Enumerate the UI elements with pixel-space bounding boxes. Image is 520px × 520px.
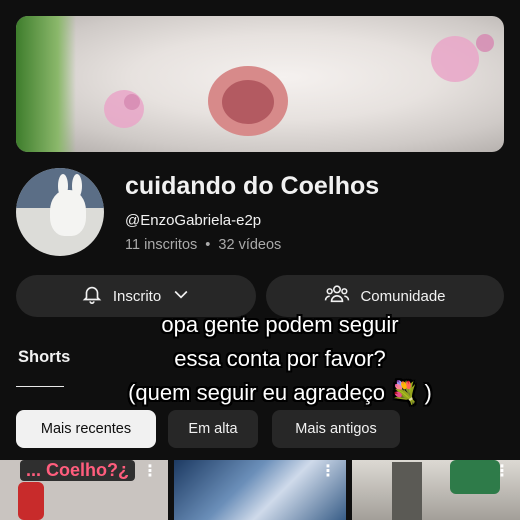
video-count: 32 vídeos [218, 237, 282, 253]
subscriber-count: 11 inscritos [125, 237, 198, 253]
thumbnail-caption: ... Coelho?¿ [20, 460, 135, 481]
channel-name: cuidando do Coelhos [125, 172, 380, 200]
chevron-down-icon [171, 284, 191, 309]
paw-print-decoration [104, 90, 144, 128]
short-thumbnail[interactable]: ⋮ [352, 460, 520, 520]
short-thumbnail[interactable]: ... Coelho?¿ ⋮ [0, 460, 168, 520]
thumbnail-object [392, 462, 422, 520]
thumbnail-object [18, 482, 44, 520]
community-label: Comunidade [360, 287, 446, 305]
overlay-caption-line: opa gente podem seguir [161, 312, 399, 337]
more-vert-icon[interactable]: ⋮ [494, 464, 510, 480]
bell-icon [81, 283, 103, 310]
paw-toe [476, 34, 494, 52]
more-vert-icon[interactable]: ⋮ [320, 464, 336, 480]
chip-trending[interactable]: Em alta [168, 410, 258, 448]
bunny-figure [50, 190, 86, 236]
subscribed-label: Inscrito [112, 287, 162, 305]
paw-print-decoration [431, 36, 479, 82]
channel-handle: @EnzoGabriela-e2p [125, 212, 262, 229]
chip-oldest[interactable]: Mais antigos [272, 410, 400, 448]
stats-separator: • [205, 237, 211, 253]
channel-avatar[interactable] [16, 168, 104, 256]
channel-stats: 11 inscritos • 32 vídeos [125, 237, 281, 253]
community-button[interactable]: Comunidade [266, 275, 504, 317]
short-thumbnail[interactable]: ⋮ [174, 460, 346, 520]
banner-foliage [16, 16, 76, 152]
more-vert-icon[interactable]: ⋮ [142, 464, 158, 480]
thumbnail-object [450, 460, 500, 494]
tab-underline [16, 386, 64, 387]
chip-most-recent[interactable]: Mais recentes [16, 410, 156, 448]
paw-toe [124, 94, 140, 110]
channel-banner [16, 16, 504, 152]
people-icon [324, 283, 350, 310]
overlay-caption-line: (quem seguir eu agradeço 💐 ) [128, 380, 432, 405]
overlay-caption-line: essa conta por favor? [174, 346, 386, 371]
subscribed-button[interactable]: Inscrito [16, 275, 256, 317]
rabbit-mouth-inner [222, 80, 274, 124]
